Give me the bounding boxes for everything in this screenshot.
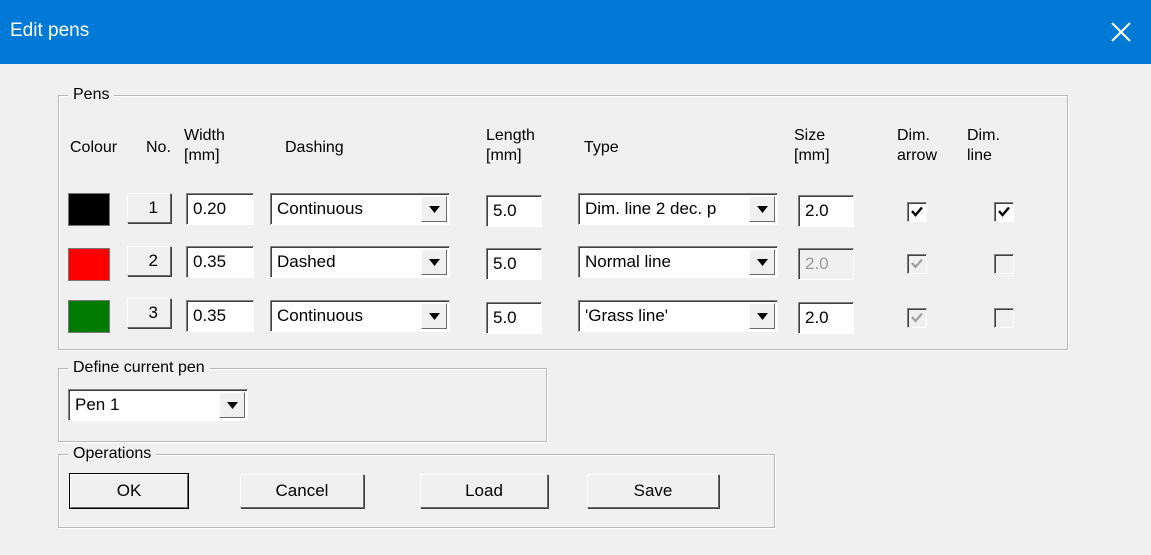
current-pen-value: Pen 1 [75,395,120,414]
dialog-body: Pens Colour No. Width [mm] Dashing Lengt… [10,64,1141,555]
pen-3-dashing-select[interactable]: Continuous [270,300,450,332]
current-pen-select[interactable]: Pen 1 [68,389,248,421]
pens-group-label: Pens [68,86,115,104]
window-title: Edit pens [10,20,90,41]
pen-1-colour-swatch[interactable] [68,193,110,226]
checkmark-icon [911,312,923,323]
current-pen-group-label: Define current pen [68,359,210,377]
pen-3-type-value: 'Grass line' [585,306,669,325]
pen-2-dim-line-checkbox [994,254,1014,274]
ok-button[interactable]: OK [69,473,189,509]
pen-3-width-input[interactable]: 0.35 [186,300,254,332]
checkmark-icon [911,258,923,269]
pen-2-dashing-value: Dashed [277,252,336,271]
header-dim-arrow: Dim. arrow [897,127,938,164]
header-dim-line: Dim. line [967,127,1000,164]
chevron-down-icon [756,205,768,213]
dropdown-arrow-button[interactable] [421,249,447,275]
pen-1-width-input[interactable]: 0.20 [186,193,254,225]
chevron-down-icon [428,205,440,213]
pen-3-colour-swatch[interactable] [68,300,110,333]
pen-2-type-value: Normal line [585,252,671,271]
dropdown-arrow-button[interactable] [749,196,775,222]
pen-3-type-select[interactable]: 'Grass line' [578,300,778,332]
header-width: Width [mm] [184,127,225,164]
pen-2-colour-swatch[interactable] [68,248,110,281]
pen-2-number-button[interactable]: 2 [127,246,171,276]
header-no: No. [146,139,171,156]
title-bar[interactable]: Edit pens [0,0,1151,64]
dropdown-arrow-button[interactable] [749,303,775,329]
checkmark-icon [998,206,1010,217]
chevron-down-icon [226,401,238,409]
pen-3-length-input[interactable]: 5.0 [486,302,542,334]
pen-1-length-input[interactable]: 5.0 [486,195,542,227]
pen-2-dim-arrow-checkbox [907,254,927,274]
close-icon [1111,22,1131,42]
header-type: Type [584,139,619,156]
chevron-down-icon [428,312,440,320]
save-button[interactable]: Save [587,474,719,508]
pen-2-width-input[interactable]: 0.35 [186,246,254,278]
operations-group-label: Operations [68,445,157,463]
pen-3-size-input[interactable]: 2.0 [798,302,854,334]
dropdown-arrow-button[interactable] [219,392,245,418]
checkmark-icon [911,206,923,217]
pen-3-dim-arrow-checkbox [907,308,927,328]
edit-pens-dialog: Edit pens Pens Colour No. Width [mm] Das… [0,0,1151,555]
header-dashing: Dashing [285,139,344,156]
pen-1-dashing-select[interactable]: Continuous [270,193,450,225]
pen-1-type-select[interactable]: Dim. line 2 dec. p [578,193,778,225]
close-button[interactable] [1091,0,1151,64]
header-size: Size [mm] [794,127,830,164]
pen-3-dashing-value: Continuous [277,306,364,325]
pen-1-dim-line-checkbox[interactable] [994,202,1014,222]
pen-2-type-select[interactable]: Normal line [578,246,778,278]
header-colour: Colour [70,139,118,156]
pen-3-number-button[interactable]: 3 [127,298,171,328]
pen-2-dashing-select[interactable]: Dashed [270,246,450,278]
pen-1-size-input[interactable]: 2.0 [798,195,854,227]
chevron-down-icon [428,258,440,266]
pen-1-number-button[interactable]: 1 [127,193,171,223]
cancel-button[interactable]: Cancel [240,474,364,508]
pen-1-dim-arrow-checkbox[interactable] [907,202,927,222]
chevron-down-icon [756,258,768,266]
dropdown-arrow-button[interactable] [421,303,447,329]
load-button[interactable]: Load [420,474,548,508]
chevron-down-icon [756,312,768,320]
pen-2-length-input[interactable]: 5.0 [486,248,542,280]
pen-2-size-input: 2.0 [798,248,854,280]
dropdown-arrow-button[interactable] [421,196,447,222]
pen-3-dim-line-checkbox [994,308,1014,328]
header-length: Length [mm] [486,127,535,164]
dropdown-arrow-button[interactable] [749,249,775,275]
pen-1-type-value: Dim. line 2 dec. p [585,199,717,218]
pen-1-dashing-value: Continuous [277,199,364,218]
